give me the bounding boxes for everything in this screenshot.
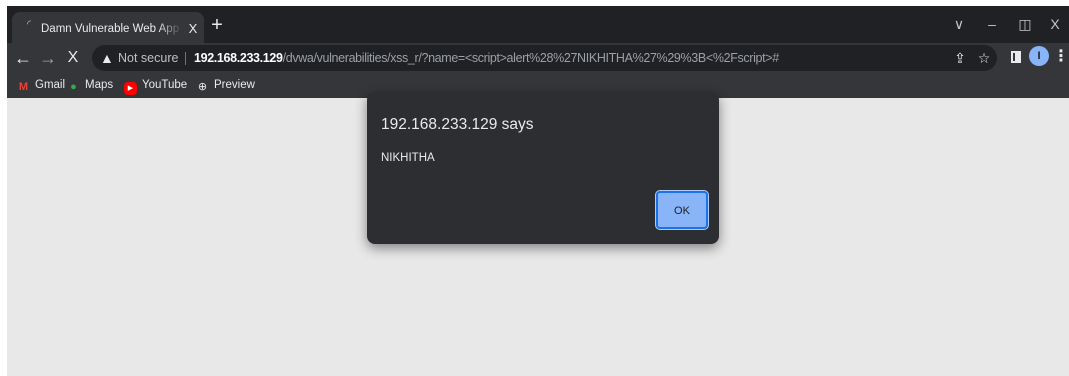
tab-search-button[interactable]: ∨ (947, 14, 971, 34)
preview-icon: ⊕ (197, 81, 208, 93)
side-panel-icon[interactable] (1011, 51, 1021, 63)
url-path: /dvwa/vulnerabilities/xss_r/?name=<scrip… (282, 51, 780, 65)
bookmark-label: Preview (214, 79, 255, 91)
bookmark-label: Maps (85, 79, 114, 91)
tab-strip: ◜ Damn Vulnerable Web App (DVWA) X + ∨ –… (7, 6, 1069, 43)
tab-close-button[interactable]: X (186, 21, 200, 37)
back-button[interactable]: ← (13, 47, 33, 69)
stop-loading-button[interactable]: X (63, 47, 83, 69)
omnibox-divider (185, 52, 186, 65)
url-host: 192.168.233.129 (194, 51, 283, 65)
browser-toolbar: ← → X ▲ Not secure 192.168.233.129/dvwa/… (7, 43, 1069, 73)
bookmark-preview[interactable]: ⊕ Preview (196, 77, 255, 93)
menu-icon[interactable]: ⋮ (1053, 47, 1069, 67)
gmail-icon: M (18, 81, 29, 93)
profile-avatar[interactable]: I (1029, 46, 1049, 66)
bookmark-star-icon[interactable]: ☆ (976, 50, 992, 66)
forward-button[interactable]: → (38, 47, 58, 69)
ok-button[interactable]: OK (655, 190, 709, 230)
bookmark-maps[interactable]: ● Maps (67, 77, 113, 93)
browser-window: ◜ Damn Vulnerable Web App (DVWA) X + ∨ –… (7, 6, 1069, 376)
restore-button[interactable]: ◫ (1013, 14, 1037, 34)
new-tab-button[interactable]: + (207, 15, 227, 35)
bookmark-gmail[interactable]: M Gmail (17, 77, 65, 93)
bookmark-label: Gmail (35, 79, 66, 91)
minimize-button[interactable]: – (980, 14, 1004, 34)
bookmark-label: YouTube (142, 79, 188, 91)
close-window-button[interactable]: X (1043, 14, 1067, 34)
dialog-message: NIKHITHA (381, 152, 435, 164)
url-text[interactable]: 192.168.233.129/dvwa/vulnerabilities/xss… (194, 50, 884, 66)
maps-icon: ● (70, 81, 77, 93)
bookmark-youtube[interactable]: ▶ YouTube (124, 77, 188, 95)
loading-icon: ◜ (27, 19, 31, 30)
youtube-icon: ▶ (124, 82, 137, 95)
address-bar[interactable]: ▲ Not secure 192.168.233.129/dvwa/vulner… (92, 45, 997, 71)
alert-dialog: 192.168.233.129 says NIKHITHA OK (367, 92, 719, 244)
tab-dvwa[interactable]: ◜ Damn Vulnerable Web App (DVWA) X (12, 12, 204, 43)
share-icon[interactable]: ⇪ (952, 50, 968, 66)
dialog-title: 192.168.233.129 says (381, 116, 534, 133)
warning-icon[interactable]: ▲ (100, 50, 114, 66)
tab-title: Damn Vulnerable Web App (DVWA) (41, 23, 183, 35)
security-indicator[interactable]: Not secure (118, 50, 178, 66)
